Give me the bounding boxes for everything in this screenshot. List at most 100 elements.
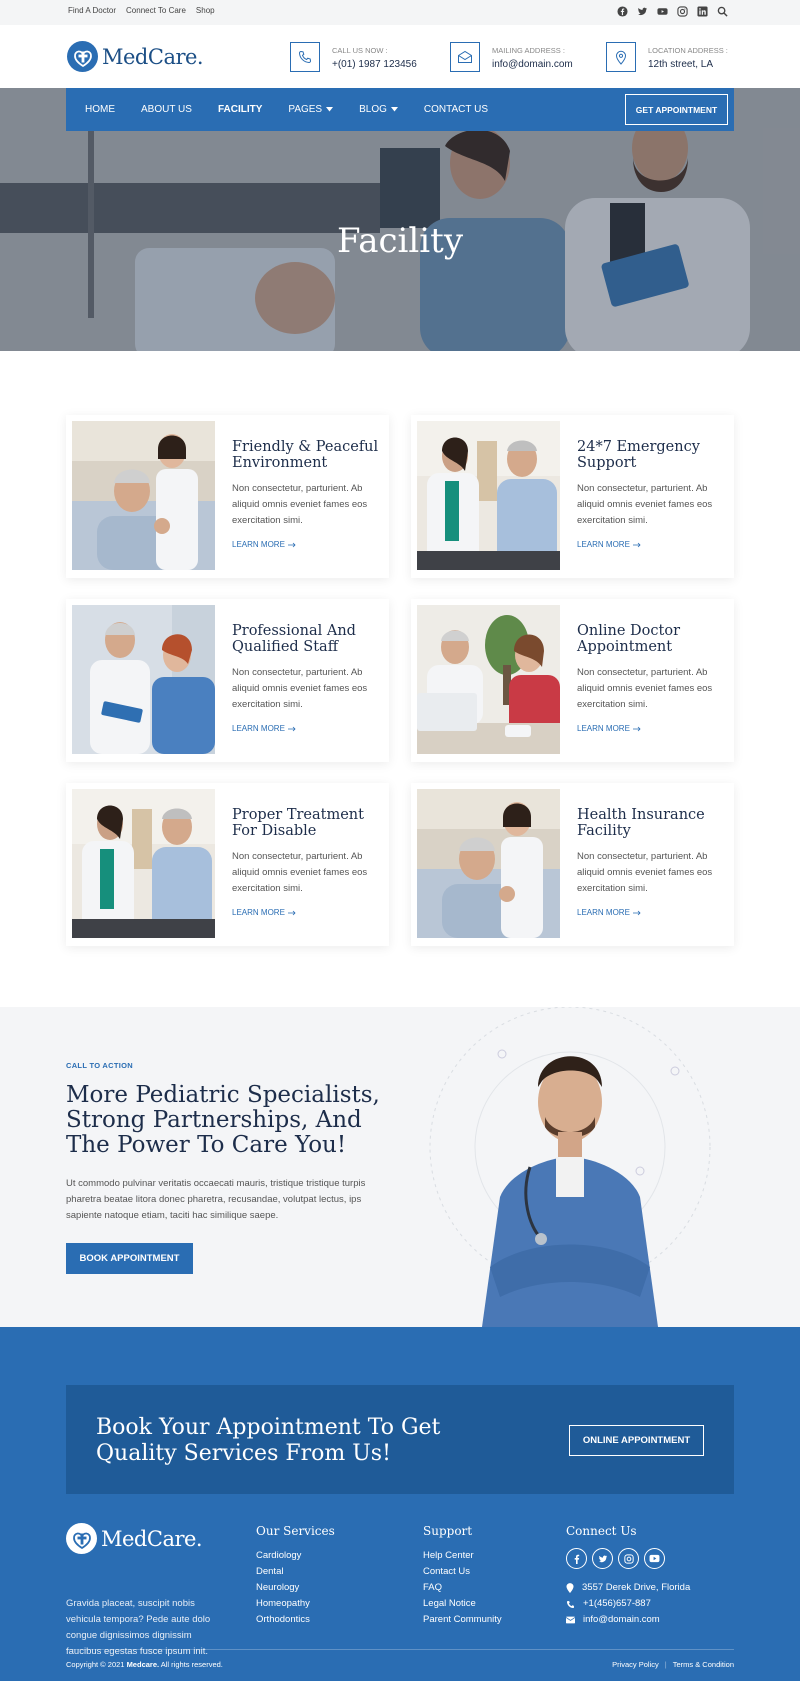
facility-title: 24*7 Emergency Support — [577, 439, 700, 471]
learn-more-label: LEARN MORE — [232, 908, 285, 917]
facility-description: Non consectetur, parturient. Ab aliquid … — [232, 483, 368, 526]
chevron-down-icon — [326, 107, 334, 112]
appointment-banner: Book Your Appointment To Get Quality Ser… — [66, 1385, 734, 1494]
footer-social — [566, 1548, 690, 1569]
legal-divider: | — [664, 1660, 667, 1669]
site-footer: Book Your Appointment To Get Quality Ser… — [0, 1327, 800, 1681]
nav-item-home[interactable]: HOME — [85, 104, 115, 115]
address-item: 3557 Derek Drive, Florida — [566, 1580, 690, 1596]
support-link[interactable]: Help Center — [423, 1548, 502, 1564]
learn-more-link[interactable]: LEARN MORE — [232, 908, 296, 917]
legal-links: Privacy Policy | Terms & Condition — [612, 1660, 734, 1669]
arrow-right-icon — [632, 542, 641, 547]
twitter-icon[interactable] — [637, 6, 648, 17]
footer-about-text: Gravida placeat, suscipit nobis vehicula… — [66, 1598, 211, 1657]
instagram-icon[interactable] — [677, 6, 688, 17]
logo[interactable]: MedCare. — [67, 41, 204, 72]
find-doctor-link[interactable]: Find A Doctor — [68, 6, 116, 15]
nav-item-blog[interactable]: BLOG — [359, 104, 398, 115]
email-item[interactable]: info@domain.com — [566, 1612, 690, 1628]
mail-icon — [450, 42, 480, 72]
main-nav: HOME ABOUT US FACILITY PAGES BLOG CONTAC… — [66, 88, 734, 131]
footer-bottom: Copyright © 2021 Medcare. All rights res… — [66, 1649, 734, 1669]
learn-more-link[interactable]: LEARN MORE — [577, 908, 641, 917]
chevron-down-icon — [390, 107, 398, 112]
online-appointment-button[interactable]: ONLINE APPOINTMENT — [569, 1425, 704, 1456]
search-icon[interactable] — [717, 6, 728, 17]
facility-image — [417, 789, 560, 938]
call-to-action-section: CALL TO ACTION More Pediatric Specialist… — [0, 1007, 800, 1327]
nav-item-facility[interactable]: FACILITY — [218, 104, 262, 115]
youtube-icon[interactable] — [657, 6, 668, 17]
service-link[interactable]: Homeopathy — [256, 1596, 335, 1612]
arrow-right-icon — [632, 910, 641, 915]
contact-location-label: LOCATION ADDRESS : — [648, 46, 728, 55]
facility-card: Friendly & Peaceful Environment Non cons… — [66, 415, 389, 578]
nav-item-label: CONTACT US — [423, 104, 488, 115]
support-link[interactable]: Legal Notice — [423, 1596, 502, 1612]
nav-menu: HOME ABOUT US FACILITY PAGES BLOG CONTAC… — [85, 104, 514, 115]
shop-link[interactable]: Shop — [196, 6, 215, 15]
facebook-icon[interactable] — [566, 1548, 587, 1569]
facility-description: Non consectetur, parturient. Ab aliquid … — [577, 483, 713, 526]
contact-mail: MAILING ADDRESS : info@domain.com — [450, 42, 573, 72]
learn-more-link[interactable]: LEARN MORE — [577, 540, 641, 549]
page-title: Facility — [336, 221, 464, 261]
facility-description: Non consectetur, parturient. Ab aliquid … — [232, 667, 368, 710]
connect-care-link[interactable]: Connect To Care — [126, 6, 186, 15]
nav-item-label: ABOUT US — [141, 104, 192, 115]
twitter-icon[interactable] — [592, 1548, 613, 1569]
contact-mail-label: MAILING ADDRESS : — [492, 46, 565, 55]
facility-description: Non consectetur, parturient. Ab aliquid … — [577, 667, 713, 710]
arrow-right-icon — [287, 542, 296, 547]
logo-mark-icon — [66, 1523, 97, 1554]
contact-phone-label: CALL US NOW : — [332, 46, 388, 55]
service-link[interactable]: Dental — [256, 1564, 335, 1580]
learn-more-label: LEARN MORE — [232, 540, 285, 549]
nav-item-about[interactable]: ABOUT US — [141, 104, 192, 115]
cta-kicker: CALL TO ACTION — [66, 1061, 133, 1070]
terms-link[interactable]: Terms & Condition — [673, 1660, 734, 1669]
service-link[interactable]: Cardiology — [256, 1548, 335, 1564]
learn-more-link[interactable]: LEARN MORE — [232, 724, 296, 733]
support-link[interactable]: Parent Community — [423, 1612, 502, 1628]
top-links: Find A Doctor Connect To Care Shop — [68, 6, 215, 15]
service-link[interactable]: Neurology — [256, 1580, 335, 1596]
footer-logo[interactable]: MedCare. — [66, 1523, 203, 1554]
contact-mail-value[interactable]: info@domain.com — [492, 59, 573, 70]
linkedin-icon[interactable] — [697, 6, 708, 17]
nav-item-contact[interactable]: CONTACT US — [424, 104, 488, 115]
learn-more-label: LEARN MORE — [577, 724, 630, 733]
top-social — [617, 6, 728, 17]
footer-services: Our Services Cardiology Dental Neurology… — [256, 1524, 335, 1628]
top-bar: Find A Doctor Connect To Care Shop — [0, 0, 800, 25]
facility-title: Online Doctor Appointment — [577, 623, 680, 655]
facility-card: 24*7 Emergency Support Non consectetur, … — [411, 415, 734, 578]
privacy-policy-link[interactable]: Privacy Policy — [612, 1660, 659, 1669]
service-link[interactable]: Orthodontics — [256, 1612, 335, 1628]
nav-item-label: HOME — [85, 104, 115, 115]
logo-text: MedCare. — [102, 44, 204, 69]
contact-info-list: 3557 Derek Drive, Florida +1(456)657-887… — [566, 1580, 690, 1628]
facility-title: Proper Treatment For Disable — [232, 807, 364, 839]
phone-item[interactable]: +1(456)657-887 — [566, 1596, 690, 1612]
get-appointment-button[interactable]: GET APPOINTMENT — [625, 94, 728, 125]
facebook-icon[interactable] — [617, 6, 628, 17]
youtube-icon[interactable] — [644, 1548, 665, 1569]
facility-image — [72, 421, 215, 570]
nav-item-label: BLOG — [359, 104, 387, 115]
copyright-brand: Medcare. — [126, 1660, 160, 1669]
support-link[interactable]: FAQ — [423, 1580, 502, 1596]
instagram-icon[interactable] — [618, 1548, 639, 1569]
learn-more-label: LEARN MORE — [577, 540, 630, 549]
phone-text: +1(456)657-887 — [583, 1598, 651, 1609]
book-appointment-button[interactable]: BOOK APPOINTMENT — [66, 1243, 193, 1274]
learn-more-link[interactable]: LEARN MORE — [232, 540, 296, 549]
facility-image — [72, 605, 215, 754]
contact-phone-value[interactable]: +(01) 1987 123456 — [332, 59, 417, 70]
learn-more-link[interactable]: LEARN MORE — [577, 724, 641, 733]
support-link[interactable]: Contact Us — [423, 1564, 502, 1580]
arrow-right-icon — [287, 726, 296, 731]
support-heading: Support — [423, 1524, 473, 1538]
nav-item-pages[interactable]: PAGES — [288, 104, 334, 115]
